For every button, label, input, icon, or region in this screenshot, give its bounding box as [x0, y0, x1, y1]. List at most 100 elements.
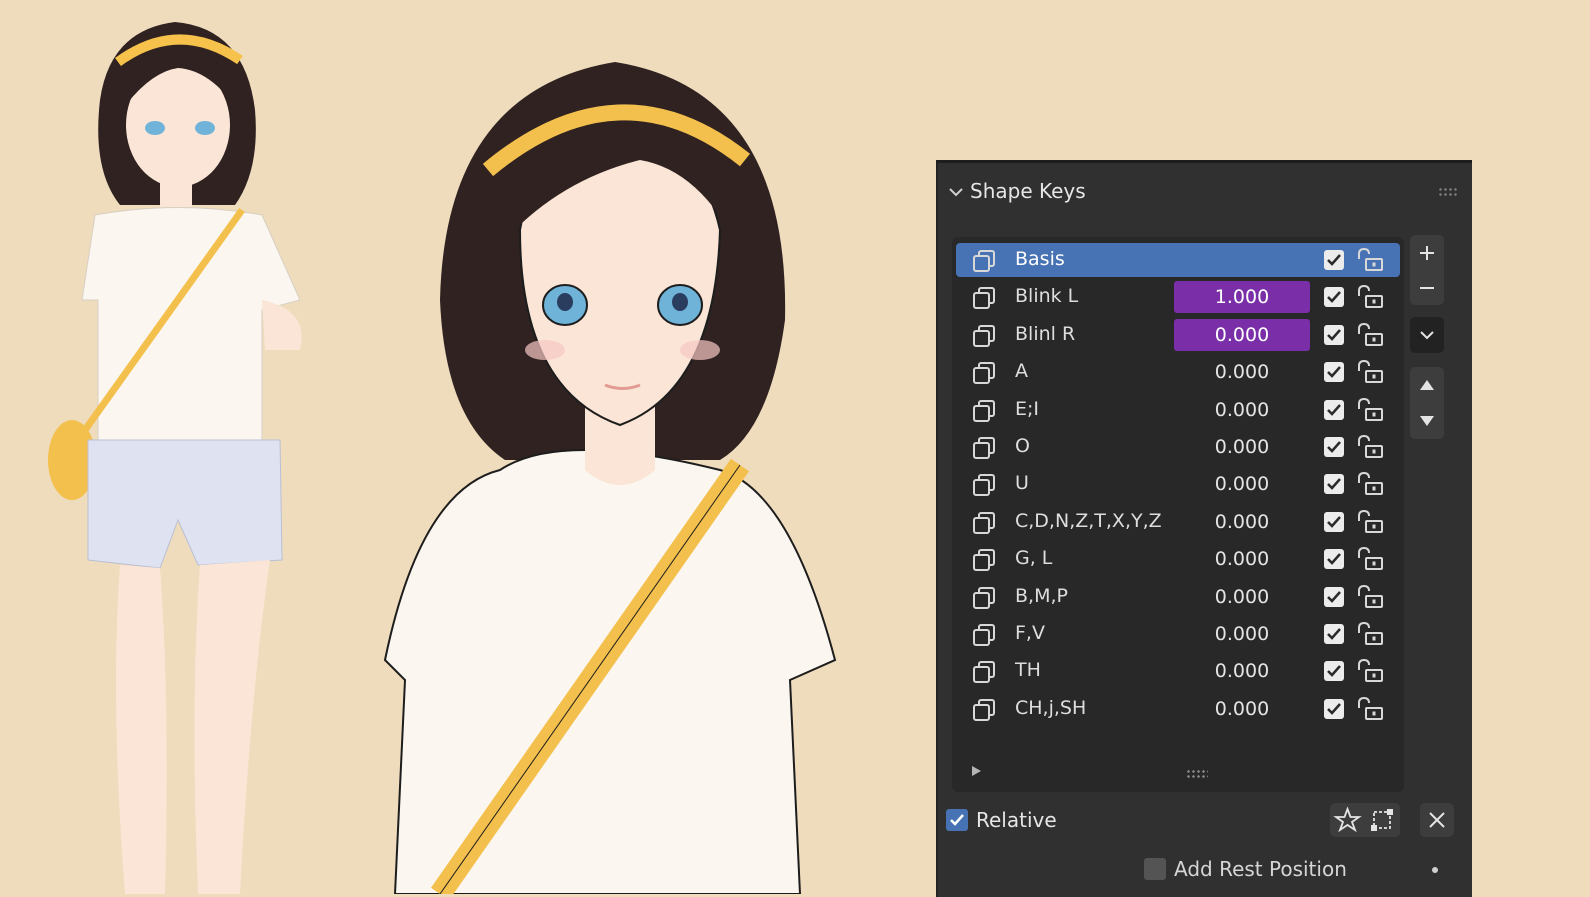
unlock-icon[interactable] [1354, 396, 1386, 424]
shape-key-name[interactable]: Blinl R [1015, 323, 1075, 345]
unlock-icon[interactable] [1354, 433, 1386, 461]
shape-key-name[interactable]: O [1015, 435, 1030, 457]
shape-key-row[interactable]: U 0.000 [956, 467, 1400, 501]
unlock-icon[interactable] [1354, 695, 1386, 723]
shape-key-enable-checkbox[interactable] [1324, 399, 1344, 420]
shape-key-enable-checkbox[interactable] [1324, 250, 1344, 270]
move-down-button[interactable] [1410, 403, 1444, 439]
pin-shape-key-button[interactable] [1330, 803, 1365, 837]
unlock-icon[interactable] [1354, 657, 1386, 685]
unlock-icon[interactable] [1354, 545, 1386, 573]
drag-handle-icon[interactable] [1438, 187, 1458, 197]
clear-shape-keys-button[interactable] [1420, 803, 1454, 837]
shape-key-row[interactable]: TH 0.000 [956, 654, 1400, 688]
shape-key-row[interactable]: F,V 0.000 [956, 617, 1400, 651]
shape-key-name[interactable]: B,M,P [1015, 585, 1068, 607]
checkmark-icon [1327, 403, 1341, 416]
shape-key-enable-checkbox[interactable] [1324, 624, 1344, 644]
checkmark-icon [1327, 328, 1341, 341]
shape-key-icon [973, 474, 995, 497]
shape-key-value-field[interactable]: 0.000 [1174, 543, 1310, 575]
add-shape-key-button[interactable] [1410, 235, 1444, 270]
checkmark-icon [1327, 441, 1341, 453]
shape-key-row[interactable]: Basis [956, 243, 1400, 277]
panel-header[interactable]: Shape Keys [938, 163, 1472, 223]
shape-key-name[interactable]: Blink L [1015, 285, 1078, 307]
expand-filter-icon[interactable] [970, 765, 982, 777]
checkmark-icon [1327, 553, 1341, 566]
add-rest-position-row: Add Rest Position [938, 849, 1472, 893]
shape-key-value-field[interactable]: 0.000 [1174, 394, 1310, 426]
checkmark-icon [1327, 515, 1341, 528]
shape-key-enable-checkbox[interactable] [1324, 698, 1344, 719]
unlock-icon[interactable] [1354, 620, 1386, 648]
shape-key-row[interactable]: O 0.000 [956, 430, 1400, 464]
shape-key-name[interactable]: F,V [1015, 622, 1045, 644]
unlock-icon[interactable] [1354, 583, 1386, 611]
shape-key-name[interactable]: Basis [1015, 248, 1065, 270]
shape-key-row[interactable]: CH,j,SH 0.000 [956, 692, 1400, 726]
shape-key-row[interactable]: E;I 0.000 [956, 393, 1400, 427]
shape-key-icon [973, 324, 995, 347]
shape-key-value-field[interactable]: 0.000 [1174, 618, 1310, 650]
star-icon [1333, 806, 1362, 833]
shape-key-row[interactable]: Blinl R 0.000 [956, 318, 1400, 352]
shape-key-row[interactable]: A 0.000 [956, 355, 1400, 389]
add-rest-position-checkbox[interactable] [1144, 858, 1166, 880]
checkmark-icon [950, 814, 964, 826]
shape-key-icon [973, 586, 995, 609]
shape-key-icon [973, 250, 995, 272]
shape-key-name[interactable]: A [1015, 360, 1028, 382]
shape-key-enable-checkbox[interactable] [1324, 362, 1344, 383]
unlock-icon[interactable] [1354, 246, 1386, 274]
shape-key-name[interactable]: C,D,N,Z,T,X,Y,Z [1015, 510, 1162, 532]
shape-key-enable-checkbox[interactable] [1324, 437, 1344, 457]
shape-key-name[interactable]: G, L [1015, 547, 1052, 569]
checkmark-icon [1327, 254, 1341, 266]
specials-menu-button[interactable] [1410, 317, 1444, 353]
unlock-icon[interactable] [1354, 321, 1386, 349]
unlock-icon[interactable] [1354, 508, 1386, 536]
shape-key-row[interactable]: B,M,P 0.000 [956, 580, 1400, 614]
chevron-down-icon[interactable] [948, 185, 964, 199]
shape-key-row[interactable]: G, L 0.000 [956, 542, 1400, 576]
shape-key-enable-checkbox[interactable] [1324, 511, 1344, 532]
checkmark-icon [1327, 665, 1341, 678]
shape-key-value-field[interactable]: 0.000 [1174, 655, 1310, 687]
unlock-icon[interactable] [1354, 470, 1386, 498]
remove-shape-key-button[interactable] [1410, 270, 1444, 305]
checkmark-icon [1327, 628, 1341, 640]
shape-key-icon [973, 661, 995, 684]
shape-key-value-field[interactable]: 0.000 [1174, 431, 1310, 463]
shape-key-enable-checkbox[interactable] [1324, 324, 1344, 345]
unlock-icon[interactable] [1354, 358, 1386, 386]
shape-key-value-field[interactable]: 1.000 [1174, 281, 1310, 314]
shape-key-value-field[interactable]: 0.000 [1174, 318, 1310, 351]
edit-mode-button[interactable] [1365, 803, 1400, 837]
shape-key-value-field[interactable]: 0.000 [1174, 693, 1310, 725]
move-up-button[interactable] [1410, 367, 1444, 403]
shape-key-name[interactable]: CH,j,SH [1015, 697, 1086, 719]
shape-key-value-field[interactable]: 0.000 [1174, 356, 1310, 388]
panel-title: Shape Keys [970, 179, 1086, 203]
unlock-icon[interactable] [1354, 283, 1386, 311]
shape-key-enable-checkbox[interactable] [1324, 661, 1344, 682]
shape-key-value-field[interactable]: 0.000 [1174, 468, 1310, 500]
shape-keys-panel: Shape Keys Basis Blink L 1.000 Blinl R 0.000… [938, 160, 1472, 897]
move-button-group [1410, 367, 1444, 439]
plus-icon [1420, 245, 1434, 260]
shape-key-enable-checkbox[interactable] [1324, 287, 1344, 308]
shape-key-value-field[interactable]: 0.000 [1174, 581, 1310, 613]
shape-key-enable-checkbox[interactable] [1324, 586, 1344, 607]
shape-key-name[interactable]: U [1015, 472, 1029, 494]
shape-key-row[interactable]: C,D,N,Z,T,X,Y,Z 0.000 [956, 505, 1400, 539]
shape-key-enable-checkbox[interactable] [1324, 474, 1344, 495]
shape-key-name[interactable]: TH [1015, 659, 1041, 681]
shape-key-name[interactable]: E;I [1015, 398, 1039, 420]
relative-checkbox[interactable] [946, 809, 968, 831]
shape-key-value-field[interactable]: 0.000 [1174, 506, 1310, 538]
shape-key-row[interactable]: Blink L 1.000 [956, 280, 1400, 314]
animate-property-dot-icon[interactable] [1432, 867, 1438, 873]
list-resize-grip-icon[interactable] [1186, 769, 1208, 779]
shape-key-enable-checkbox[interactable] [1324, 549, 1344, 570]
